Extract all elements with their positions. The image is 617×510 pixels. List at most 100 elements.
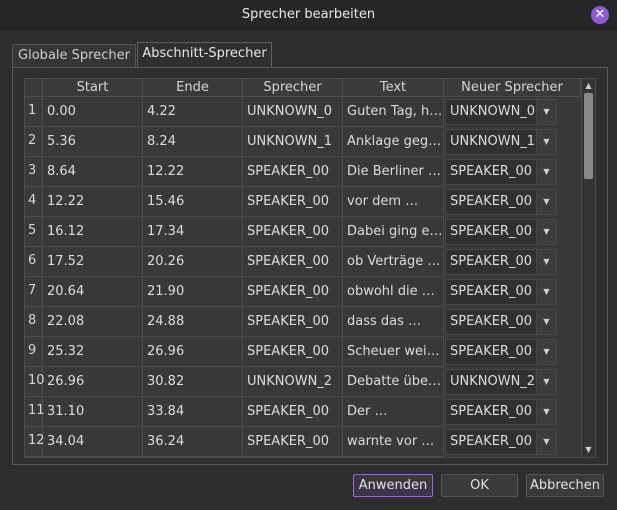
new-speaker-select[interactable]: SPEAKER_00 ▼ — [445, 429, 557, 455]
ok-button[interactable]: OK — [441, 474, 518, 497]
cell-text[interactable]: Anklage gege… — [343, 127, 444, 157]
cell-text[interactable]: Guten Tag, hi… — [343, 97, 444, 127]
new-speaker-select[interactable]: SPEAKER_00 ▼ — [445, 249, 557, 275]
chevron-down-icon[interactable]: ▼ — [536, 430, 556, 454]
cell-text[interactable]: ob Verträge … — [343, 247, 444, 277]
new-speaker-select[interactable]: UNKNOWN_0 ▼ — [445, 99, 557, 125]
cell-end[interactable]: 8.24 — [143, 127, 243, 157]
column-header-end[interactable]: Ende — [143, 79, 243, 97]
cell-start[interactable]: 16.12 — [43, 217, 143, 247]
cell-end[interactable]: 24.88 — [143, 307, 243, 337]
cell-text[interactable]: warnte vor … — [343, 427, 444, 457]
cell-start[interactable]: 0.00 — [43, 97, 143, 127]
cell-end[interactable]: 30.82 — [143, 367, 243, 397]
column-header-new-speaker[interactable]: Neuer Sprecher — [444, 79, 581, 97]
cell-speaker[interactable]: SPEAKER_00 — [243, 427, 343, 457]
cell-end[interactable]: 12.22 — [143, 157, 243, 187]
cell-speaker[interactable]: SPEAKER_00 — [243, 307, 343, 337]
cell-end[interactable]: 15.46 — [143, 187, 243, 217]
cell-end[interactable]: 20.26 — [143, 247, 243, 277]
cell-start[interactable]: 17.52 — [43, 247, 143, 277]
cell-text[interactable]: dass das … — [343, 307, 444, 337]
chevron-down-icon[interactable]: ▼ — [536, 280, 556, 304]
cell-speaker[interactable]: SPEAKER_00 — [243, 157, 343, 187]
column-header-text[interactable]: Text — [343, 79, 444, 97]
chevron-down-icon[interactable]: ▼ — [536, 190, 556, 214]
row-number[interactable]: 5 — [25, 217, 43, 247]
new-speaker-select[interactable]: UNKNOWN_2 ▼ — [445, 369, 557, 395]
new-speaker-select[interactable]: UNKNOWN_1 ▼ — [445, 129, 557, 155]
chevron-down-icon[interactable]: ▼ — [536, 400, 556, 424]
apply-button[interactable]: Anwenden — [353, 474, 433, 497]
chevron-down-icon[interactable]: ▼ — [536, 100, 556, 124]
row-number[interactable]: 3 — [25, 157, 43, 187]
cell-speaker[interactable]: SPEAKER_00 — [243, 247, 343, 277]
new-speaker-select[interactable]: SPEAKER_00 ▼ — [445, 339, 557, 365]
scroll-down-icon[interactable]: ▼ — [582, 443, 595, 457]
cell-text[interactable]: Debatte über… — [343, 367, 444, 397]
chevron-down-icon[interactable]: ▼ — [536, 310, 556, 334]
cell-speaker[interactable]: SPEAKER_00 — [243, 277, 343, 307]
cell-start[interactable]: 20.64 — [43, 277, 143, 307]
row-number[interactable]: 10 — [25, 367, 45, 397]
new-speaker-select[interactable]: SPEAKER_00 ▼ — [445, 309, 557, 335]
cell-end[interactable]: 21.90 — [143, 277, 243, 307]
cell-start[interactable]: 22.08 — [43, 307, 143, 337]
cell-speaker[interactable]: UNKNOWN_2 — [243, 367, 343, 397]
cell-text[interactable]: Scheuer weis… — [343, 337, 444, 367]
cell-text[interactable]: Der … — [343, 397, 444, 427]
new-speaker-select[interactable]: SPEAKER_00 ▼ — [445, 399, 557, 425]
cancel-button[interactable]: Abbrechen — [526, 474, 604, 497]
column-header-speaker[interactable]: Sprecher — [243, 79, 343, 97]
scroll-up-icon[interactable]: ▲ — [582, 79, 595, 93]
tab-section-speakers[interactable]: Abschnitt-Sprecher — [137, 42, 272, 69]
cell-start[interactable]: 5.36 — [43, 127, 143, 157]
cell-text[interactable]: obwohl die … — [343, 277, 444, 307]
vertical-scrollbar[interactable]: ▲ ▼ — [581, 79, 595, 457]
cell-end[interactable]: 33.84 — [143, 397, 243, 427]
speaker-table[interactable]: Start Ende Sprecher Text Neuer Sprecher … — [24, 78, 596, 458]
cell-end[interactable]: 17.34 — [143, 217, 243, 247]
cell-text[interactable]: Dabei ging es… — [343, 217, 444, 247]
row-number[interactable]: 9 — [25, 337, 43, 367]
row-number[interactable]: 4 — [25, 187, 43, 217]
cell-start[interactable]: 26.96 — [43, 367, 143, 397]
cell-end[interactable]: 4.22 — [143, 97, 243, 127]
row-number[interactable]: 2 — [25, 127, 43, 157]
row-number[interactable]: 1 — [25, 97, 43, 127]
column-header-start[interactable]: Start — [43, 79, 143, 97]
cell-start[interactable]: 31.10 — [43, 397, 143, 427]
cell-start[interactable]: 25.32 — [43, 337, 143, 367]
cell-text[interactable]: Die Berliner … — [343, 157, 444, 187]
new-speaker-select[interactable]: SPEAKER_00 ▼ — [445, 159, 557, 185]
row-number[interactable]: 11 — [25, 397, 45, 427]
cell-speaker[interactable]: SPEAKER_00 — [243, 217, 343, 247]
new-speaker-select[interactable]: SPEAKER_00 ▼ — [445, 189, 557, 215]
cell-speaker[interactable]: UNKNOWN_1 — [243, 127, 343, 157]
cell-end[interactable]: 36.24 — [143, 427, 243, 457]
cell-start[interactable]: 12.22 — [43, 187, 143, 217]
cell-start[interactable]: 34.04 — [43, 427, 143, 457]
cell-end[interactable]: 26.96 — [143, 337, 243, 367]
row-number[interactable]: 12 — [25, 427, 45, 457]
tab-global-speakers[interactable]: Globale Sprecher — [12, 44, 136, 68]
new-speaker-select[interactable]: SPEAKER_00 ▼ — [445, 219, 557, 245]
chevron-down-icon[interactable]: ▼ — [536, 130, 556, 154]
close-icon[interactable]: ✕ — [591, 6, 609, 24]
row-number[interactable]: 7 — [25, 277, 43, 307]
chevron-down-icon[interactable]: ▼ — [536, 220, 556, 244]
cell-speaker[interactable]: SPEAKER_00 — [243, 187, 343, 217]
scroll-thumb[interactable] — [584, 93, 593, 179]
cell-speaker[interactable]: UNKNOWN_0 — [243, 97, 343, 127]
cell-speaker[interactable]: SPEAKER_00 — [243, 397, 343, 427]
chevron-down-icon[interactable]: ▼ — [536, 370, 556, 394]
cell-start[interactable]: 8.64 — [43, 157, 143, 187]
cell-speaker[interactable]: SPEAKER_00 — [243, 337, 343, 367]
cell-text[interactable]: vor dem … — [343, 187, 444, 217]
chevron-down-icon[interactable]: ▼ — [536, 160, 556, 184]
chevron-down-icon[interactable]: ▼ — [536, 250, 556, 274]
row-number[interactable]: 8 — [25, 307, 43, 337]
new-speaker-select[interactable]: SPEAKER_00 ▼ — [445, 279, 557, 305]
row-number[interactable]: 6 — [25, 247, 43, 277]
chevron-down-icon[interactable]: ▼ — [536, 340, 556, 364]
